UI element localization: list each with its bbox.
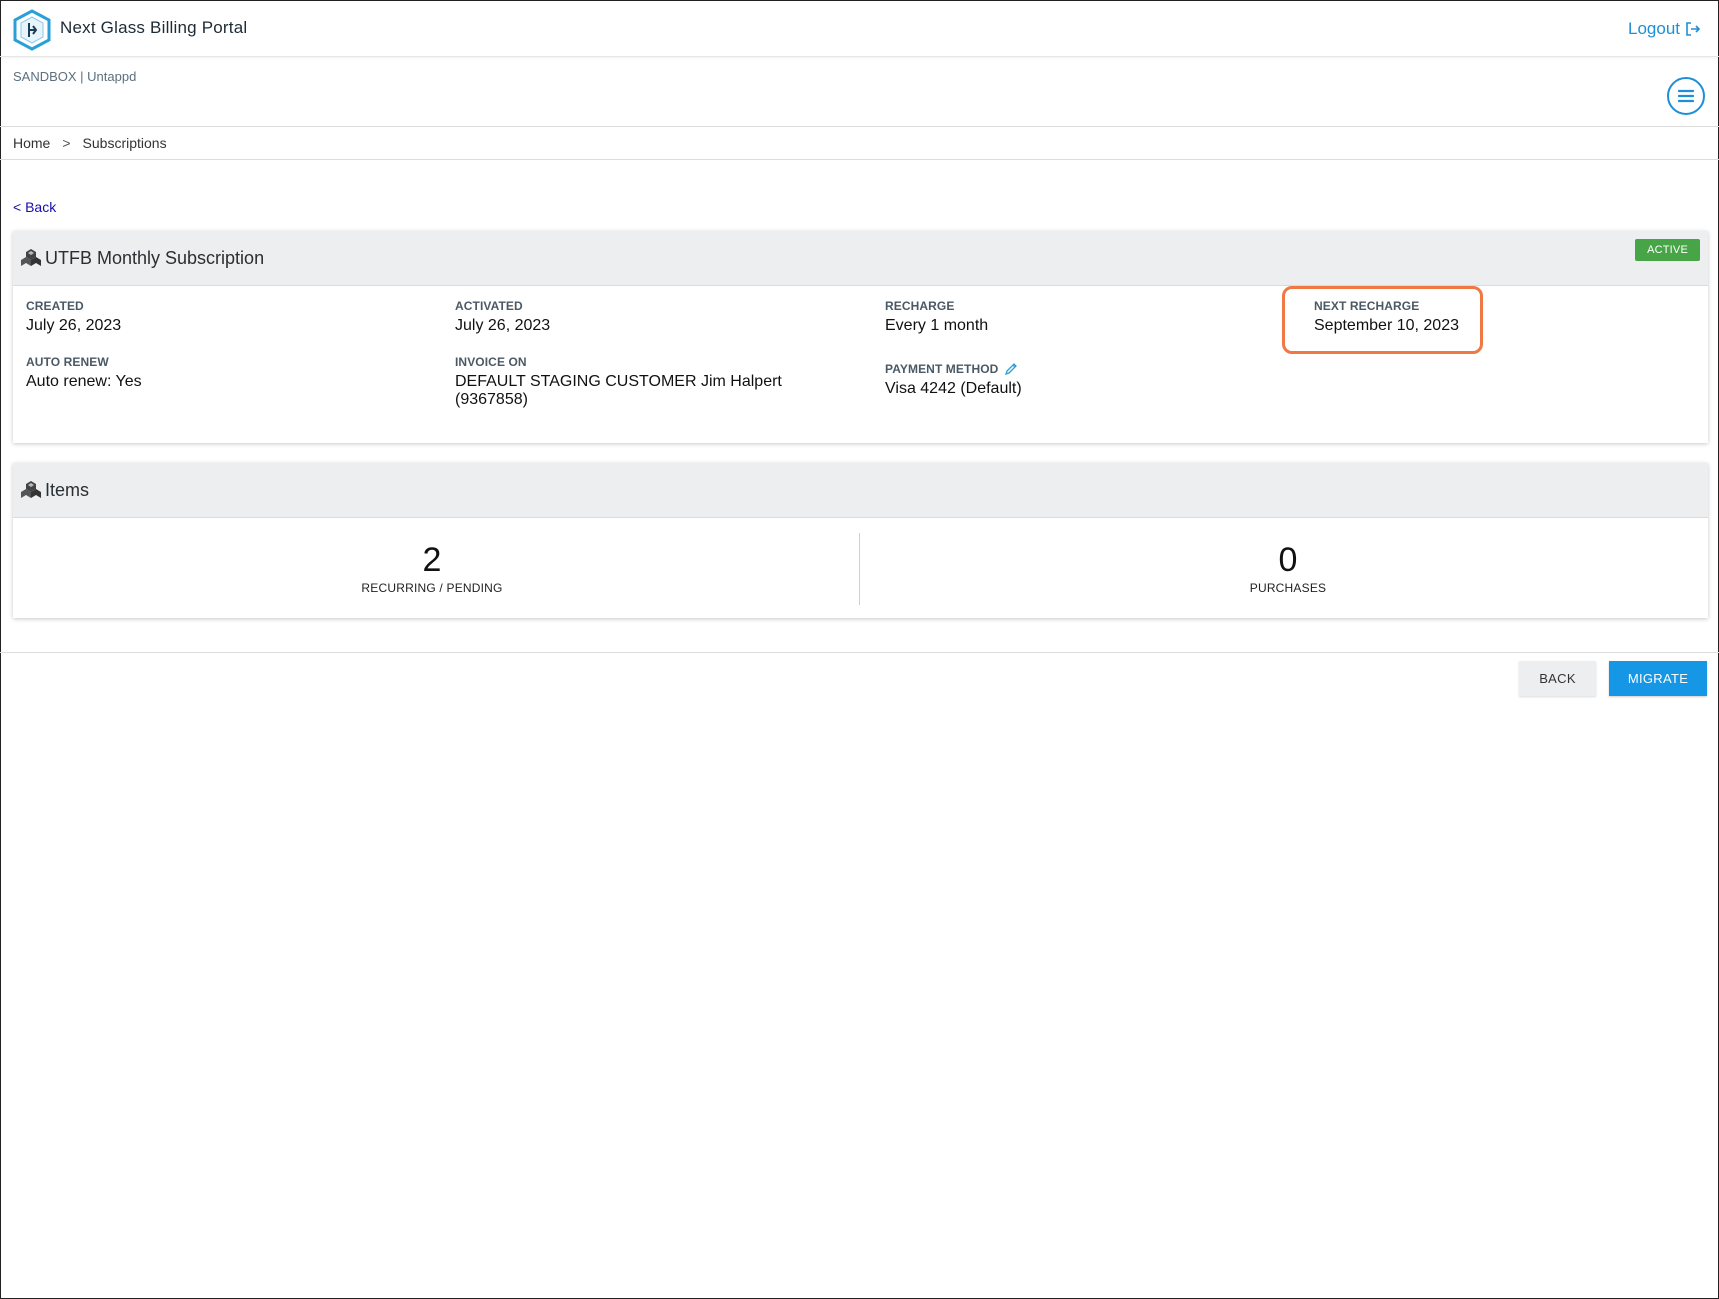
menu-icon [1678,89,1694,103]
divider [0,126,1719,127]
stat-recurring: 2 RECURRING / PENDING [332,541,532,595]
top-navbar: Next Glass Billing Portal Logout [0,1,1719,57]
breadcrumb-separator: > [62,135,71,151]
breadcrumb-subscriptions[interactable]: Subscriptions [83,135,167,151]
divider [0,652,1719,653]
stat-purchases: 0 PURCHASES [1188,541,1388,595]
org-label: SANDBOX | Untappd [13,69,137,84]
items-title: Items [45,479,90,500]
field-invoice-on: INVOICE ON DEFAULT STAGING CUSTOMER Jim … [455,355,782,409]
field-value: Auto renew: Yes [26,373,142,390]
status-badge: ACTIVE [1635,239,1700,261]
field-label: CREATED [26,299,84,313]
field-auto-renew: AUTO RENEW Auto renew: Yes [26,355,142,391]
breadcrumb-home[interactable]: Home [13,135,50,151]
field-payment-method: PAYMENT METHOD Visa 4242 (Default) [885,362,1022,398]
stat-count: 2 [422,541,442,579]
stat-count: 0 [1278,541,1298,579]
items-card-header: Items [13,463,1708,518]
field-created: CREATED July 26, 2023 [26,299,121,335]
menu-button[interactable] [1667,77,1705,115]
field-label-row: PAYMENT METHOD [885,362,1022,376]
logout-label: Logout [1628,19,1680,38]
field-value-line2: (9367858) [455,391,528,408]
stat-divider [859,533,860,605]
field-label: PAYMENT METHOD [885,362,999,376]
field-label: RECHARGE [885,299,955,313]
breadcrumb: Home > Subscriptions [13,135,167,151]
field-recharge: RECHARGE Every 1 month [885,299,988,335]
pencil-icon[interactable] [1004,362,1018,376]
field-label: ACTIVATED [455,299,523,313]
divider [0,159,1719,160]
highlight-outline [1282,286,1483,354]
field-value: July 26, 2023 [455,317,551,334]
stat-caption: PURCHASES [1249,581,1327,595]
back-button[interactable]: BACK [1519,661,1596,696]
app-title: Next Glass Billing Portal [60,18,248,37]
field-value: July 26, 2023 [26,317,122,334]
items-card: Items [13,463,1708,618]
field-value: Visa 4242 (Default) [885,380,1022,397]
logo-icon [13,9,51,51]
subscription-title: UTFB Monthly Subscription [45,247,265,268]
field-value-line1: DEFAULT STAGING CUSTOMER Jim Halpert [455,373,782,390]
subscription-card-header: UTFB Monthly Subscription ACTIVE [13,231,1708,286]
field-label: AUTO RENEW [26,355,109,369]
cubes-icon [21,481,41,498]
back-link[interactable]: < Back [13,199,56,215]
cubes-icon [21,249,41,266]
migrate-button[interactable]: MIGRATE [1609,661,1707,696]
logout-link[interactable]: Logout [1628,19,1701,39]
logout-icon [1686,22,1701,36]
field-value: Every 1 month [885,317,989,334]
field-activated: ACTIVATED July 26, 2023 [455,299,550,335]
field-label: INVOICE ON [455,355,527,369]
stat-caption: RECURRING / PENDING [361,581,503,595]
window-frame [0,0,1719,1299]
